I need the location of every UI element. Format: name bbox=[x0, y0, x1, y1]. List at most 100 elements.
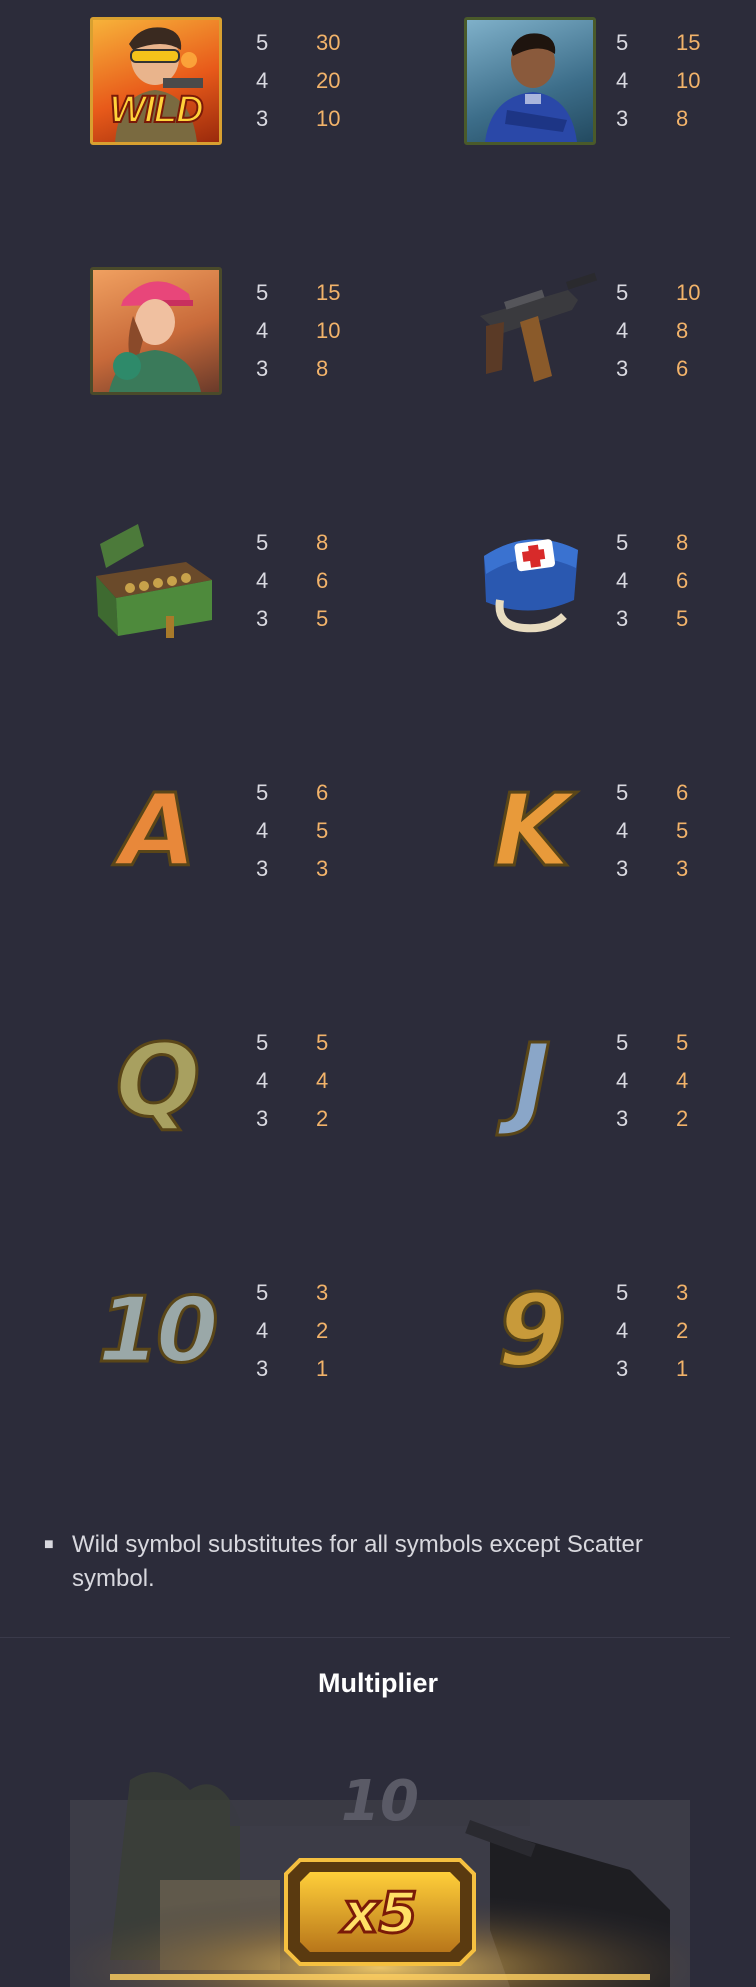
match-count: 3 bbox=[616, 356, 629, 381]
paytable-cell-hero-female: 5 15 4 10 38 bbox=[0, 250, 378, 490]
payout-list: 56 45 33 bbox=[256, 774, 366, 888]
match-count: 5 bbox=[256, 1280, 269, 1305]
ammo-crate-symbol bbox=[85, 513, 227, 648]
medkit-icon bbox=[484, 538, 578, 632]
payout-row: 33 bbox=[616, 850, 726, 888]
match-count: 5 bbox=[256, 30, 269, 55]
match-count: 5 bbox=[616, 530, 629, 555]
payout-row: 38 bbox=[616, 100, 726, 138]
match-count: 3 bbox=[256, 106, 269, 131]
payout-row: 32 bbox=[256, 1100, 366, 1138]
rule-item: ■ Wild symbol substitutes for all symbol… bbox=[40, 1528, 680, 1596]
match-count: 5 bbox=[256, 280, 269, 305]
match-count: 3 bbox=[256, 856, 269, 881]
payout-list: 58 46 35 bbox=[616, 524, 726, 638]
payout-row: 31 bbox=[256, 1350, 366, 1388]
paytable-cell-number-10: 10 53 42 31 bbox=[0, 1250, 378, 1490]
payout-row: 46 bbox=[616, 562, 726, 600]
multiplier-background-label: 10 bbox=[341, 1769, 419, 1834]
paytable-cell-wild: WILD 5 30 4 20 3 10 bbox=[0, 0, 378, 240]
payout-value: 3 bbox=[676, 1280, 689, 1305]
match-count: 3 bbox=[616, 106, 629, 131]
match-count: 4 bbox=[616, 818, 629, 843]
match-count: 4 bbox=[256, 318, 269, 343]
payout-value: 1 bbox=[676, 1356, 689, 1381]
letter-q-glyph: Q bbox=[114, 1021, 202, 1139]
letter-k-symbol: K bbox=[459, 763, 601, 898]
payout-row: 56 bbox=[616, 774, 726, 812]
match-count: 4 bbox=[256, 1068, 269, 1093]
payout-value: 30 bbox=[316, 30, 341, 55]
multiplier-scene-icon: 10 x5 bbox=[70, 1760, 690, 1987]
paytable-cell-hero-male: 5 15 4 10 38 bbox=[370, 0, 748, 240]
payout-row: 35 bbox=[256, 600, 366, 638]
payout-value: 6 bbox=[316, 568, 329, 593]
paytable-cell-ammo-crate: 58 46 35 bbox=[0, 500, 378, 740]
paytable-cell-letter-q: Q 55 44 32 bbox=[0, 1000, 378, 1240]
paytable-cell-letter-a: A 56 45 33 bbox=[0, 750, 378, 990]
match-count: 5 bbox=[616, 1280, 629, 1305]
payout-list: 5 30 4 20 3 10 bbox=[256, 24, 366, 138]
letter-j-symbol: J bbox=[459, 1013, 601, 1148]
hero-male-icon bbox=[485, 32, 577, 142]
match-count: 4 bbox=[256, 1318, 269, 1343]
payout-row: 5 15 bbox=[256, 274, 366, 312]
payout-list: 56 45 33 bbox=[616, 774, 726, 888]
match-count: 5 bbox=[616, 780, 629, 805]
paytable-cell-letter-k: K 56 45 33 bbox=[370, 750, 748, 990]
payout-value: 10 bbox=[316, 106, 341, 131]
payout-value: 5 bbox=[676, 1030, 689, 1055]
payout-row: 5 15 bbox=[616, 24, 726, 62]
paytable-cell-number-9: 9 53 42 31 bbox=[370, 1250, 748, 1490]
payout-row: 5 10 bbox=[616, 274, 726, 312]
payout-value: 5 bbox=[316, 606, 329, 631]
match-count: 3 bbox=[616, 1106, 629, 1131]
hero-female-icon bbox=[109, 280, 201, 392]
letter-a-symbol: A bbox=[85, 763, 227, 898]
payout-row: 55 bbox=[256, 1024, 366, 1062]
number-9-symbol: 9 bbox=[459, 1263, 601, 1398]
payout-list: 55 44 32 bbox=[256, 1024, 366, 1138]
payout-row: 42 bbox=[616, 1312, 726, 1350]
match-count: 4 bbox=[256, 818, 269, 843]
match-count: 4 bbox=[256, 568, 269, 593]
payout-value: 5 bbox=[316, 1030, 329, 1055]
match-count: 4 bbox=[616, 568, 629, 593]
ammo-crate-icon bbox=[96, 523, 212, 638]
payout-value: 20 bbox=[316, 68, 341, 93]
payout-list: 58 46 35 bbox=[256, 524, 366, 638]
multiplier-banner: 10 x5 bbox=[70, 1760, 690, 1987]
payout-value: 6 bbox=[676, 356, 689, 381]
payout-row: 45 bbox=[616, 812, 726, 850]
payout-row: 53 bbox=[256, 1274, 366, 1312]
payout-value: 6 bbox=[316, 780, 329, 805]
hero-male-symbol bbox=[459, 13, 601, 148]
letter-j-glyph: J bbox=[512, 1021, 552, 1139]
hero-female-symbol bbox=[85, 263, 227, 398]
payout-value: 1 bbox=[316, 1356, 329, 1381]
payout-row: 42 bbox=[256, 1312, 366, 1350]
match-count: 3 bbox=[256, 1356, 269, 1381]
payout-value: 5 bbox=[676, 606, 689, 631]
payout-list: 53 42 31 bbox=[616, 1274, 726, 1388]
wild-label: WILD bbox=[108, 88, 204, 132]
payout-row: 44 bbox=[616, 1062, 726, 1100]
paytable-cell-letter-j: J 55 44 32 bbox=[370, 1000, 748, 1240]
match-count: 5 bbox=[616, 1030, 629, 1055]
payout-value: 10 bbox=[676, 68, 701, 93]
payout-value: 2 bbox=[676, 1106, 689, 1131]
match-count: 5 bbox=[256, 1030, 269, 1055]
payout-row: 32 bbox=[616, 1100, 726, 1138]
payout-list: 5 15 4 10 38 bbox=[616, 24, 726, 138]
match-count: 3 bbox=[616, 606, 629, 631]
payout-value: 2 bbox=[316, 1318, 329, 1343]
medkit-symbol bbox=[459, 513, 601, 648]
letter-q-symbol: Q bbox=[85, 1013, 227, 1148]
payout-row: 55 bbox=[616, 1024, 726, 1062]
payout-row: 4 10 bbox=[256, 312, 366, 350]
match-count: 4 bbox=[616, 1318, 629, 1343]
payout-row: 36 bbox=[616, 350, 726, 388]
payout-row: 53 bbox=[616, 1274, 726, 1312]
payout-row: 44 bbox=[256, 1062, 366, 1100]
payout-value: 6 bbox=[676, 780, 689, 805]
